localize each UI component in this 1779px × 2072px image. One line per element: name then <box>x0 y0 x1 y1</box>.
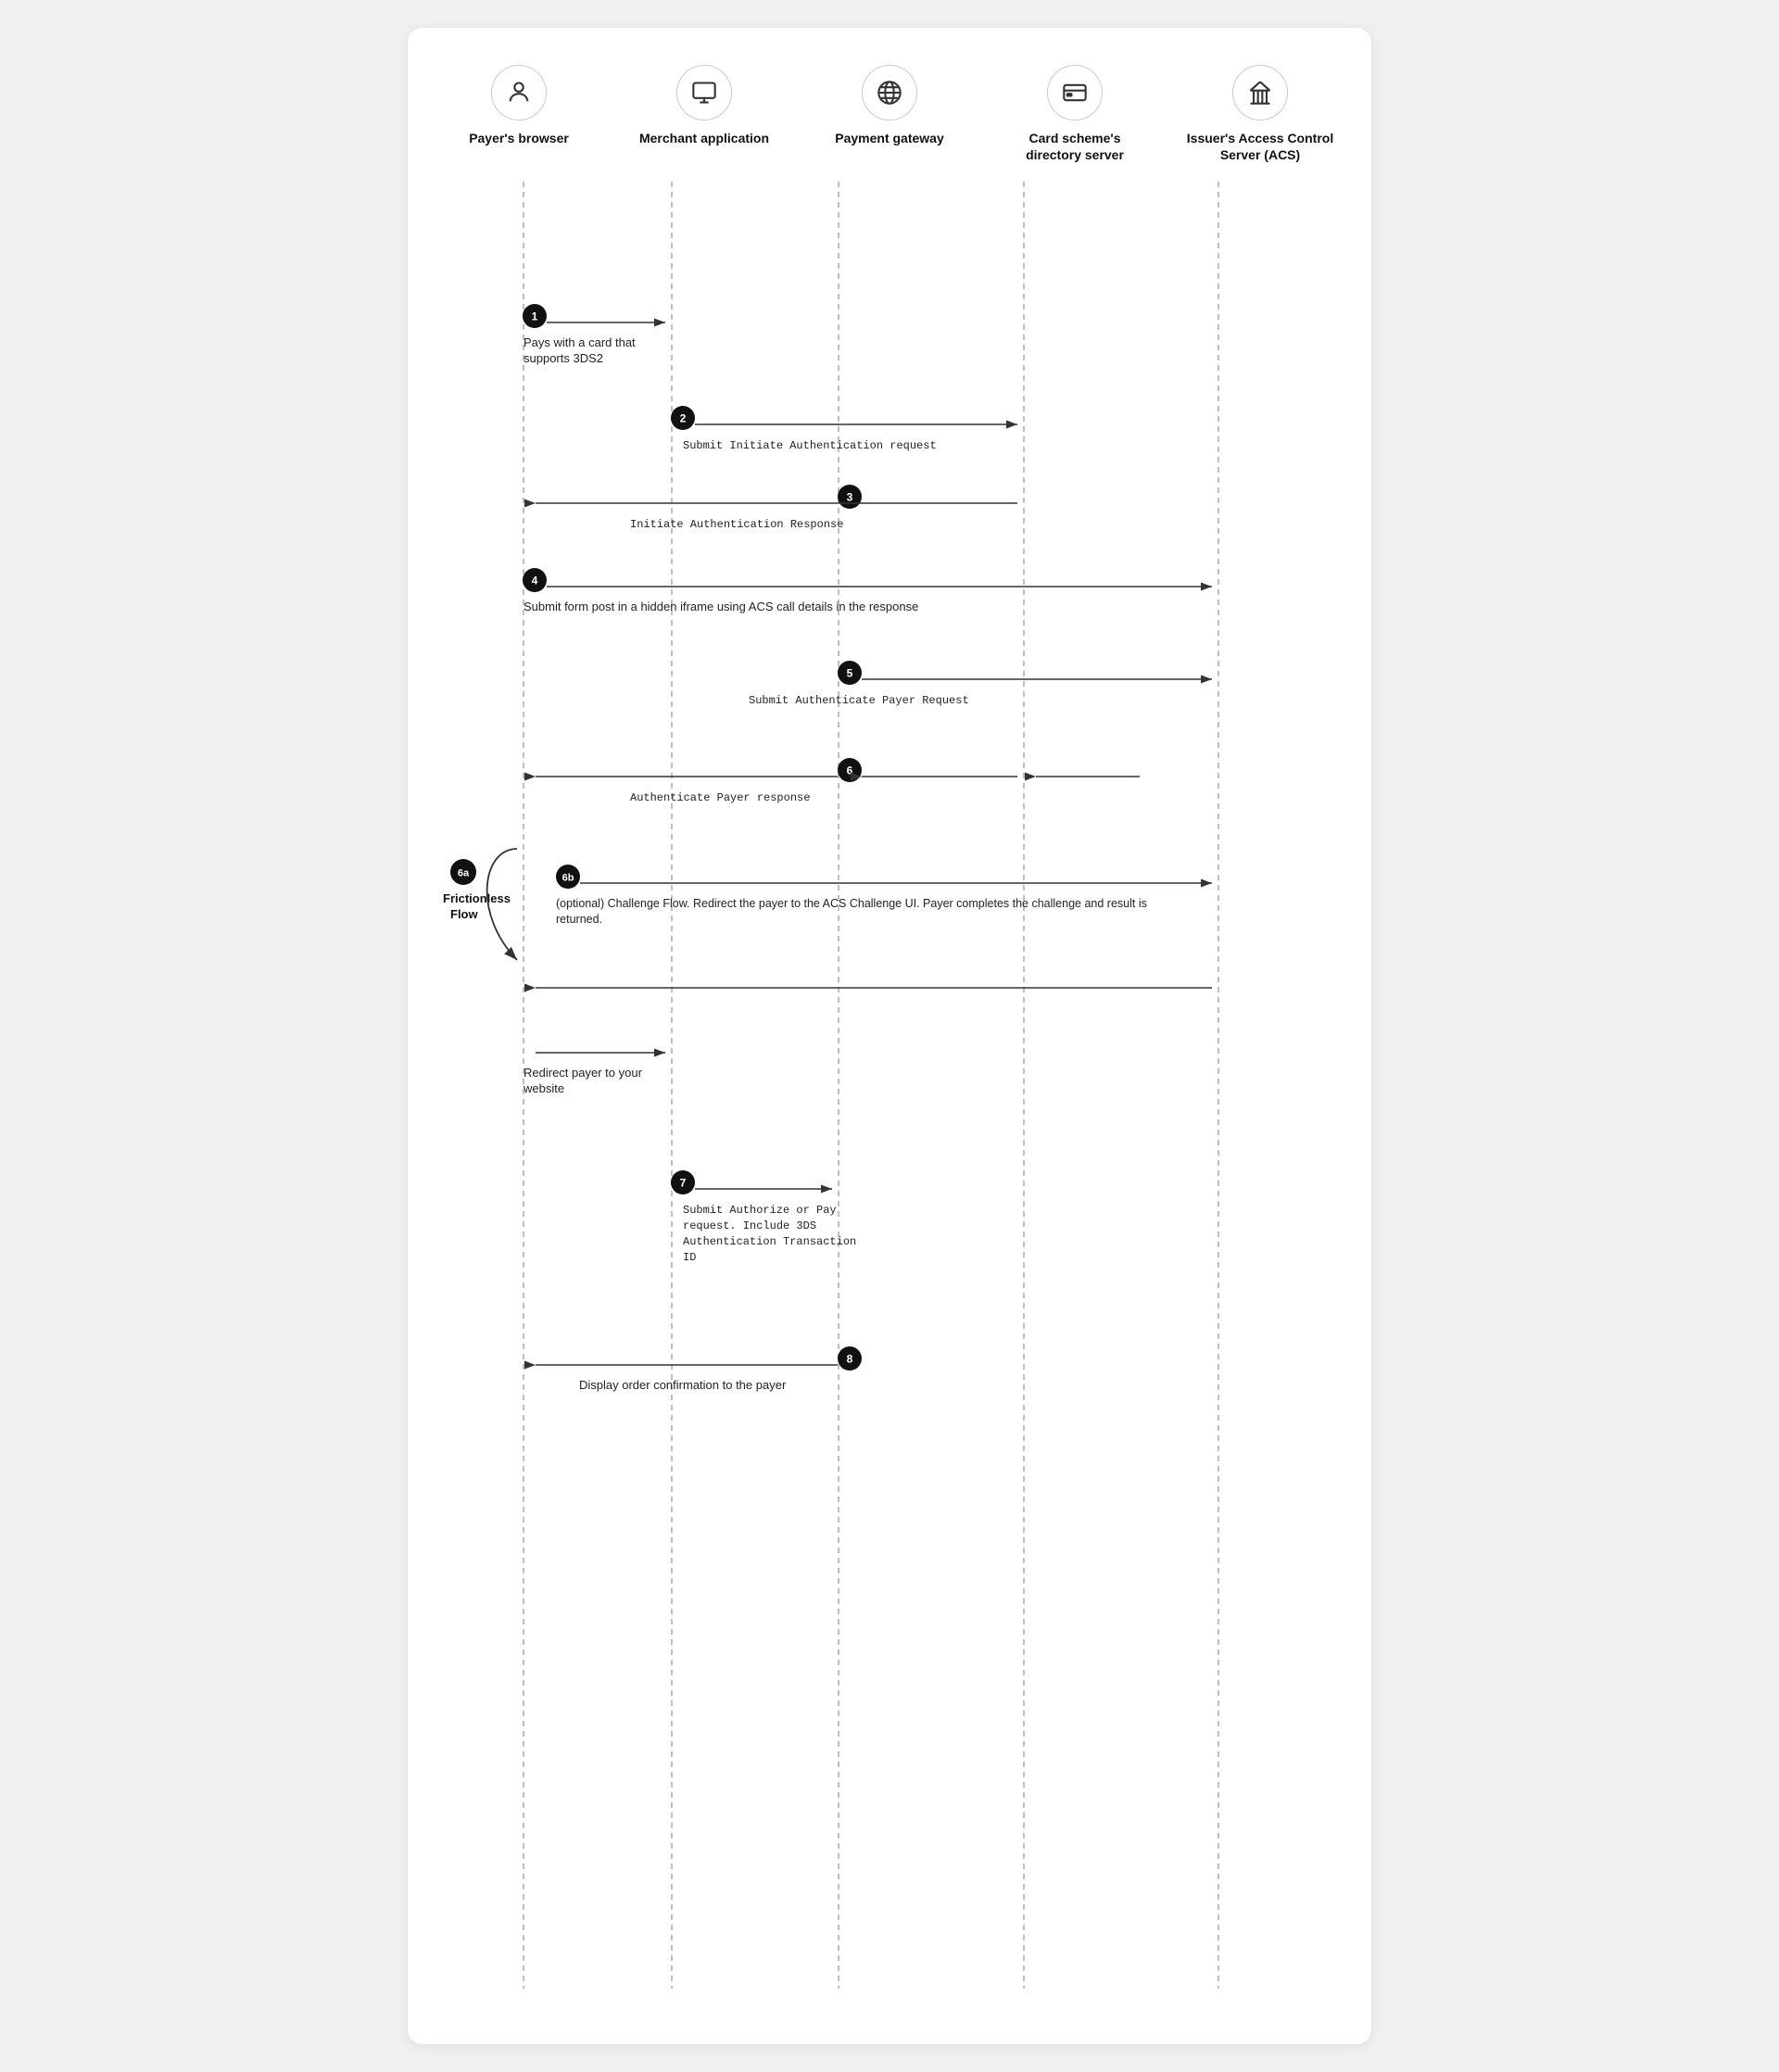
bank-icon <box>1247 80 1273 106</box>
label-8: Display order confirmation to the payer <box>579 1378 787 1392</box>
actor-directory: Card scheme's directory server <box>1001 65 1149 163</box>
badge-1-text: 1 <box>532 310 538 323</box>
actor-icon-acs <box>1232 65 1288 120</box>
label-4: Submit form post in a hidden iframe usin… <box>524 600 918 613</box>
badge-4-text: 4 <box>532 575 538 587</box>
label-2: Submit Initiate Authentication request <box>683 439 937 452</box>
actor-label-directory: Card scheme's directory server <box>1001 130 1149 163</box>
badge-8-text: 8 <box>847 1353 853 1366</box>
person-icon <box>506 80 532 106</box>
label-6a-line2: Flow <box>450 907 478 921</box>
card-icon <box>1062 80 1088 106</box>
label-7-line1: Submit Authorize or Pay <box>683 1204 837 1217</box>
monitor-icon <box>691 80 717 106</box>
label-7-line4: ID <box>683 1251 696 1264</box>
badge-6b-text: 6b <box>562 873 574 884</box>
label-1-line1: Pays with a card that <box>524 335 636 349</box>
label-6b-line1: (optional) Challenge Flow. Redirect the … <box>556 897 1147 910</box>
label-6: Authenticate Payer response <box>630 791 810 804</box>
diagram-container: Payer's browser Merchant application <box>408 28 1371 2044</box>
actor-label-gateway: Payment gateway <box>835 130 944 146</box>
label-6a-line1: Frictionless <box>443 891 511 905</box>
label-5: Submit Authenticate Payer Request <box>749 694 969 707</box>
actor-merchant: Merchant application <box>630 65 778 146</box>
actor-gateway: Payment gateway <box>815 65 964 146</box>
actor-icon-browser <box>491 65 547 120</box>
globe-icon <box>877 80 902 106</box>
label-1-line2: supports 3DS2 <box>524 351 603 365</box>
actor-browser: Payer's browser <box>445 65 593 146</box>
actor-icon-directory <box>1047 65 1103 120</box>
actor-acs: Issuer's Access Control Server (ACS) <box>1186 65 1334 163</box>
badge-7-text: 7 <box>680 1177 687 1190</box>
label-redirect-line2: website <box>523 1081 564 1095</box>
label-3: Initiate Authentication Response <box>630 518 843 531</box>
badge-5-text: 5 <box>847 667 853 680</box>
label-7-line2: request. Include 3DS <box>683 1219 816 1232</box>
actor-icon-merchant <box>676 65 732 120</box>
actor-label-merchant: Merchant application <box>639 130 769 146</box>
actor-label-browser: Payer's browser <box>469 130 569 146</box>
label-6b-line2: returned. <box>556 913 602 926</box>
label-redirect-line1: Redirect payer to your <box>524 1066 643 1080</box>
badge-3-text: 3 <box>847 491 853 504</box>
badge-6-text: 6 <box>847 764 853 777</box>
actor-icon-gateway <box>862 65 917 120</box>
sequence-svg: 1 Pays with a card that supports 3DS2 2 … <box>435 182 1344 1989</box>
label-7-line3: Authentication Transaction <box>683 1235 856 1248</box>
actor-label-acs: Issuer's Access Control Server (ACS) <box>1186 130 1334 163</box>
badge-6a-text: 6a <box>458 868 470 879</box>
actors-row: Payer's browser Merchant application <box>435 65 1344 163</box>
badge-2-text: 2 <box>680 412 687 425</box>
